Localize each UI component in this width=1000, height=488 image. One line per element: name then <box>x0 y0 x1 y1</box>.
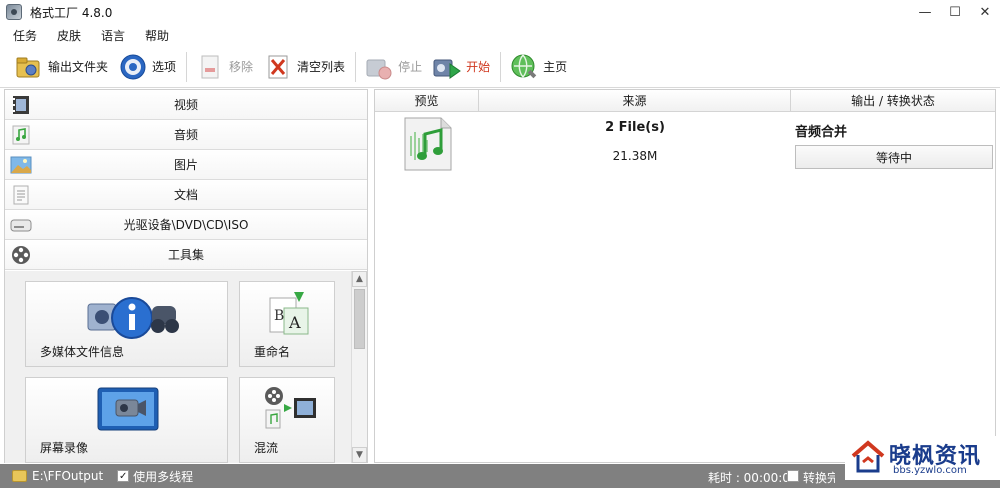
maximize-button[interactable]: ☐ <box>940 0 970 24</box>
clear-list-button[interactable]: 清空列表 <box>259 49 351 85</box>
toolbar: 输出文件夹 选项 移除 清空列表 停止 开始 主页 <box>0 46 1000 88</box>
elapsed-time: 耗时 : 00:00:00 <box>708 471 798 485</box>
watermark-url: bbs.yzwlo.com <box>893 465 967 476</box>
menu-task[interactable]: 任务 <box>10 25 40 46</box>
house-logo-icon <box>851 440 885 473</box>
window-controls: — ☐ ✕ <box>910 0 1000 24</box>
start-label: 开始 <box>466 60 491 74</box>
stop-icon <box>364 52 394 82</box>
globe-icon <box>509 52 539 82</box>
media-info-icon <box>87 297 179 339</box>
task-list: 预览 来源 输出 / 转换状态 2 File(s) 21.38M 音频合并 等待… <box>374 89 996 463</box>
toolbox-scrollbar[interactable]: ▲ ▼ <box>351 271 367 463</box>
output-folder-label: 输出文件夹 <box>48 60 109 74</box>
category-audio[interactable]: 音频 <box>5 120 367 150</box>
task-name: 音频合并 <box>795 125 848 140</box>
app-icon <box>6 4 22 20</box>
tool-label: 重命名 <box>254 345 291 359</box>
tool-label: 混流 <box>254 441 279 455</box>
output-folder-icon[interactable] <box>12 470 27 482</box>
options-label: 选项 <box>152 60 177 74</box>
toolbar-separator <box>355 51 357 82</box>
category-panel: 视频 音频 图片 文档 光驱设备\DVD\CD\ISO 工具集 多媒体文件信息 … <box>4 89 368 463</box>
options-button[interactable]: 选项 <box>114 49 182 85</box>
music-icon <box>10 124 32 146</box>
scroll-thumb[interactable] <box>354 289 365 349</box>
category-document[interactable]: 文档 <box>5 180 367 210</box>
category-label: 图片 <box>173 158 198 172</box>
tool-label: 多媒体文件信息 <box>40 345 125 359</box>
scroll-down-button[interactable]: ▼ <box>352 447 367 463</box>
stop-label: 停止 <box>398 60 423 74</box>
tool-label: 屏幕录像 <box>40 441 89 455</box>
start-icon <box>432 52 462 82</box>
remove-icon <box>195 52 225 82</box>
category-toolbox[interactable]: 工具集 <box>5 240 367 270</box>
toolbox-area: 多媒体文件信息 B A 重命名 屏幕录像 混流 ▲ ▼ <box>5 271 367 463</box>
after-done-checkbox[interactable] <box>787 470 799 482</box>
category-label: 工具集 <box>167 248 204 262</box>
home-label: 主页 <box>543 60 568 74</box>
tool-rename[interactable]: B A 重命名 <box>239 281 335 367</box>
category-image[interactable]: 图片 <box>5 150 367 180</box>
remove-button[interactable]: 移除 <box>191 49 259 85</box>
column-source[interactable]: 来源 <box>479 90 791 111</box>
menu-help[interactable]: 帮助 <box>142 25 172 46</box>
folder-icon <box>14 52 44 82</box>
disc-drive-icon <box>10 214 32 236</box>
minimize-button[interactable]: — <box>910 0 940 24</box>
svg-text:B: B <box>274 308 284 324</box>
category-video[interactable]: 视频 <box>5 90 367 120</box>
menu-language[interactable]: 语言 <box>98 25 128 46</box>
gear-icon <box>118 52 148 82</box>
screen-recorder-icon <box>97 387 159 431</box>
start-button[interactable]: 开始 <box>428 49 496 85</box>
video-icon <box>10 94 32 116</box>
film-reel-icon <box>10 244 32 266</box>
task-list-header: 预览 来源 输出 / 转换状态 <box>375 90 995 112</box>
svg-text:A: A <box>288 313 301 332</box>
tool-media-info[interactable]: 多媒体文件信息 <box>25 281 228 367</box>
source-file-size: 21.38M <box>612 149 658 163</box>
column-preview[interactable]: 预览 <box>375 90 479 111</box>
column-output-status[interactable]: 输出 / 转换状态 <box>791 90 995 111</box>
output-folder-button[interactable]: 输出文件夹 <box>10 49 114 85</box>
rename-icon: B A <box>269 292 309 335</box>
remove-label: 移除 <box>229 60 254 74</box>
document-icon <box>10 184 32 206</box>
after-done-label: 转换完成后 <box>803 471 835 485</box>
home-button[interactable]: 主页 <box>505 49 573 85</box>
image-icon <box>10 154 32 176</box>
stop-button[interactable]: 停止 <box>360 49 428 85</box>
category-optical-disc[interactable]: 光驱设备\DVD\CD\ISO <box>5 210 367 240</box>
clear-list-icon <box>263 52 293 82</box>
menu-skin[interactable]: 皮肤 <box>54 25 84 46</box>
source-file-count: 2 File(s) <box>605 120 665 135</box>
toolbar-separator <box>186 51 188 82</box>
window-title: 格式工厂 4.8.0 <box>30 5 113 20</box>
tool-mux[interactable]: 混流 <box>239 377 335 463</box>
category-label: 音频 <box>173 128 198 142</box>
clear-list-label: 清空列表 <box>297 60 346 74</box>
audio-file-icon <box>404 117 452 171</box>
task-status-button[interactable]: 等待中 <box>795 145 993 169</box>
watermark: 晓枫资讯 bbs.yzwlo.com <box>845 436 1000 480</box>
task-row[interactable]: 2 File(s) 21.38M 音频合并 等待中 <box>375 113 995 175</box>
title-bar: 格式工厂 4.8.0 — ☐ ✕ <box>0 0 1000 24</box>
category-label: 视频 <box>173 98 198 112</box>
toolbar-separator <box>500 51 502 82</box>
category-label: 光驱设备\DVD\CD\ISO <box>123 218 249 232</box>
scroll-up-button[interactable]: ▲ <box>352 271 367 287</box>
multithread-checkbox[interactable]: ✓ <box>117 470 130 482</box>
category-label: 文档 <box>173 188 198 202</box>
tool-screen-recorder[interactable]: 屏幕录像 <box>25 377 228 463</box>
mux-icon <box>265 387 316 429</box>
close-button[interactable]: ✕ <box>970 0 1000 24</box>
menu-bar: 任务 皮肤 语言 帮助 <box>0 24 1000 46</box>
multithread-label: 使用多线程 <box>133 469 194 484</box>
output-path[interactable]: E:\FFOutput <box>32 469 103 483</box>
